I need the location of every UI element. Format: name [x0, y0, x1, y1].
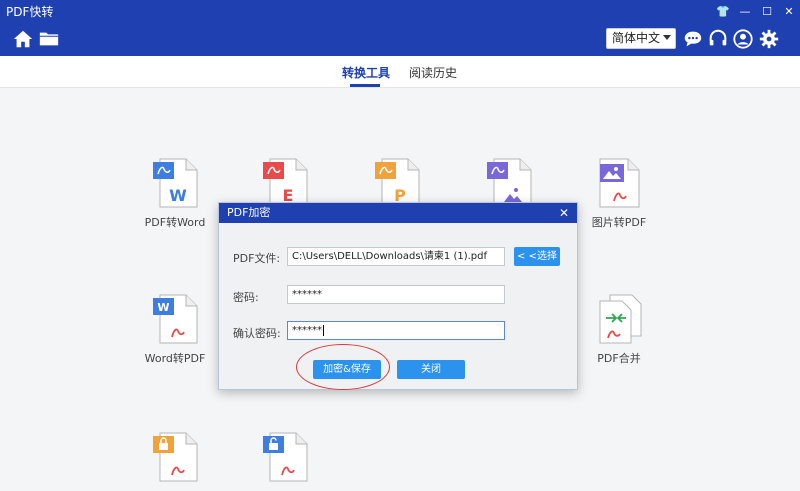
home-icon[interactable]	[12, 28, 34, 50]
minimize-button[interactable]: —	[734, 5, 756, 18]
text-caret	[323, 324, 324, 336]
password-input[interactable]: ******	[287, 285, 505, 304]
word-pdf-doc-icon: W	[153, 294, 198, 344]
confirm-password-label: 确认密码:	[233, 327, 281, 340]
tool-pdf-to-image[interactable]	[464, 158, 554, 208]
chevron-down-icon	[663, 35, 671, 40]
tool-image-to-pdf[interactable]: 图片转PDF	[574, 158, 664, 230]
language-select[interactable]: 简体中文	[606, 28, 676, 49]
dialog-title: PDF加密	[227, 206, 271, 219]
tool-label: 图片转PDF	[591, 216, 647, 229]
password-label: 密码:	[233, 291, 259, 304]
skin-icon[interactable]: 👕	[712, 5, 734, 18]
unlock-doc-icon	[263, 432, 308, 482]
tool-word-to-pdf[interactable]: W Word转PDF	[130, 294, 220, 366]
app-title: PDF快转	[6, 4, 54, 19]
gear-icon[interactable]	[758, 28, 780, 50]
image-doc-icon	[487, 158, 532, 208]
language-value: 简体中文	[612, 31, 661, 45]
confirm-password-input[interactable]: ******	[287, 321, 505, 340]
tool-label: Word转PDF	[144, 352, 206, 365]
dialog-title-bar: PDF加密 ✕	[219, 203, 577, 223]
folder-icon[interactable]	[38, 28, 60, 50]
window-controls: 👕 — ☐ ✕	[712, 0, 800, 22]
lock-doc-icon	[153, 432, 198, 482]
tab-reading-history[interactable]: 阅读历史	[409, 64, 457, 81]
dialog-close-button[interactable]: 关闭	[397, 360, 465, 379]
toolbar: 简体中文	[0, 22, 800, 56]
tab-bar: 转换工具 阅读历史	[0, 56, 800, 88]
close-button[interactable]: ✕	[778, 5, 800, 18]
tool-pdf-to-word[interactable]: W PDF转Word	[130, 158, 220, 230]
confirm-password-value: ******	[292, 325, 322, 336]
tool-pdf-decrypt[interactable]	[240, 432, 330, 482]
image-pdf-doc-icon	[599, 158, 640, 208]
maximize-button[interactable]: ☐	[756, 5, 778, 18]
chat-icon[interactable]	[682, 28, 704, 50]
file-path-input[interactable]: C:\Users\DELL\Downloads\请柬1 (1).pdf	[287, 247, 505, 266]
word-doc-icon: W	[153, 158, 198, 208]
tool-label: PDF合并	[597, 352, 641, 365]
tab-convert-tools[interactable]: 转换工具	[342, 64, 390, 81]
excel-doc-icon: E	[263, 158, 308, 208]
highlight-annotation	[296, 344, 390, 390]
tab-active-indicator	[350, 84, 380, 87]
tool-pdf-merge[interactable]: PDF合并	[574, 294, 664, 366]
choose-file-button[interactable]: < <选择	[514, 247, 560, 266]
title-bar: PDF快转 👕 — ☐ ✕	[0, 0, 800, 22]
tool-pdf-encrypt[interactable]	[130, 432, 220, 482]
tool-pdf-to-ppt[interactable]: P	[352, 158, 442, 208]
merge-doc-icon	[599, 294, 642, 344]
close-icon[interactable]: ✕	[559, 203, 569, 223]
tool-pdf-to-excel[interactable]: E	[240, 158, 330, 208]
pdf-encrypt-dialog: PDF加密 ✕ PDF文件: C:\Users\DELL\Downloads\请…	[218, 202, 578, 390]
svg-text:W: W	[169, 186, 187, 205]
tool-label: PDF转Word	[144, 216, 206, 229]
user-icon[interactable]	[732, 28, 754, 50]
file-label: PDF文件:	[233, 252, 281, 265]
ppt-doc-icon: P	[375, 158, 420, 208]
svg-text:W: W	[157, 301, 169, 314]
headset-icon[interactable]	[707, 28, 729, 50]
